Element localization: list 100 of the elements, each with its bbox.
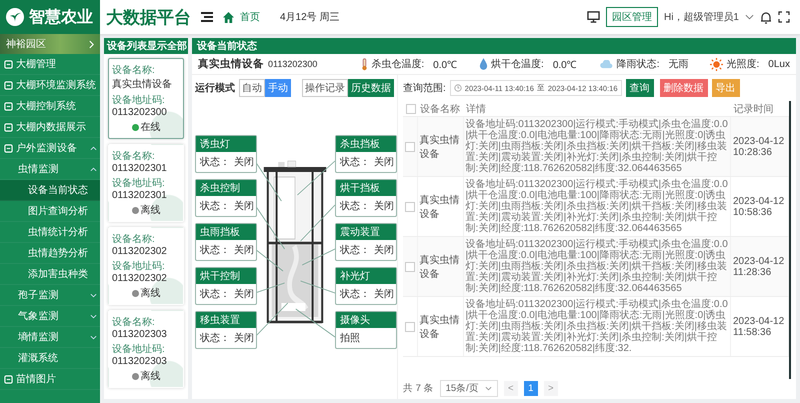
row-checkbox[interactable] bbox=[405, 202, 415, 212]
sidebar-item[interactable]: 户外监测设备 bbox=[0, 138, 100, 159]
state-label: 状态： bbox=[340, 200, 370, 213]
status-text: 离线 bbox=[140, 204, 160, 217]
select-all-checkbox[interactable] bbox=[406, 104, 416, 114]
chevron-down-icon[interactable] bbox=[745, 14, 754, 20]
query-action-button[interactable]: 查询 bbox=[626, 79, 654, 97]
device-address: 0113202302 bbox=[112, 273, 167, 284]
park-management-button[interactable]: 园区管理 bbox=[606, 7, 658, 27]
run-mode-label: 运行模式 bbox=[195, 82, 235, 95]
sidebar-item[interactable]: 大棚控制系统 bbox=[0, 96, 100, 117]
sidebar-item[interactable]: 设备当前状态 bbox=[0, 180, 100, 201]
page-size-select[interactable]: 15条/页 bbox=[440, 380, 498, 396]
leaf-logo-icon bbox=[5, 7, 25, 27]
chevron-down-icon bbox=[484, 386, 492, 390]
sidebar-item-label: 大棚内数据展示 bbox=[16, 120, 86, 134]
leader-line bbox=[300, 280, 336, 294]
table-cell: 设备地址码:0113202300|运行模式:手动模式|杀虫仓温度:0.0|烘干仓温度:0.0|电池电量:100|降雨状态:无雨|光照度:0|诱虫灯:关闭|虫雨挡板:关闭|杀虫挡板:关闭|烘干挡板:关闭|移虫装置:关闭|震动装置:关闭|补光灯:关闭|杀虫控制:关闭|烘干控制:关闭|经度:118.762620582|纬度:32.064463565 bbox=[463, 116, 730, 176]
device-card[interactable]: 设备名称: 0113202301 设备地址码: 0113202301 离线 bbox=[108, 144, 184, 222]
state-value: 关闭 bbox=[234, 244, 254, 257]
page-number[interactable]: 1 bbox=[524, 380, 538, 396]
sidebar-item[interactable]: 图片查询分析 bbox=[0, 201, 100, 222]
device-card[interactable]: 设备名称: 0113202303 设备地址码: 0113202303 离线 bbox=[108, 310, 184, 388]
component-title: 移虫装置 bbox=[196, 312, 256, 328]
field-label: 设备地址码: bbox=[112, 342, 165, 356]
component-title: 摄像头 bbox=[336, 312, 396, 328]
reading-value: 0.0℃ bbox=[552, 59, 577, 71]
field-label: 设备地址码: bbox=[112, 260, 165, 273]
monitor-icon[interactable] bbox=[586, 11, 600, 23]
park-banner[interactable]: 神裕园区 bbox=[0, 34, 100, 54]
sidebar-item[interactable]: 孢子监测 bbox=[0, 285, 100, 306]
sun-icon bbox=[710, 58, 724, 70]
sidebar-item-label: 虫情统计分析 bbox=[28, 226, 88, 239]
home-link[interactable]: 首页 bbox=[240, 10, 260, 24]
home-icon[interactable] bbox=[223, 12, 234, 22]
menu-item-icon bbox=[4, 374, 13, 384]
row-checkbox[interactable] bbox=[405, 322, 415, 332]
table-cell: 设备地址码:0113202300|运行模式:手动模式|杀虫仓温度:0.0|烘干仓温度:0.0|电池电量:100|降雨状态:无雨|光照度:0|诱虫灯:关闭|虫雨挡板:关闭|杀虫挡板:关闭|烘干挡板:关闭|移虫装置:关闭|震动装置:关闭|补光灯:关闭|杀虫控制:关闭|烘干控制:关闭|经度:118.762620582|纬度:32. bbox=[463, 296, 730, 356]
fullscreen-icon[interactable] bbox=[778, 11, 790, 23]
clock-icon bbox=[454, 84, 462, 92]
sidebar-item[interactable]: 苗情图片 bbox=[0, 369, 100, 390]
park-name: 神裕园区 bbox=[6, 38, 46, 51]
row-checkbox[interactable] bbox=[405, 262, 415, 272]
platform-title: 大数据平台 bbox=[106, 6, 191, 28]
mode-toggle[interactable]: 自动 bbox=[239, 79, 265, 97]
reading-label: 杀虫仓温度: bbox=[371, 58, 424, 71]
leader-line bbox=[254, 302, 288, 338]
leader-line bbox=[295, 308, 336, 338]
total-count: 共 7 条 bbox=[403, 382, 434, 394]
device-address: 0113202301 bbox=[112, 190, 167, 201]
sidebar-item-label: 苗情图片 bbox=[16, 372, 56, 386]
leader-line bbox=[300, 204, 336, 242]
device-card[interactable]: 设备名称: 0113202302 设备地址码: 0113202302 离线 bbox=[108, 227, 184, 305]
sidebar-item[interactable]: 大棚环境监测系统 bbox=[0, 75, 100, 96]
field-label: 设备名称: bbox=[112, 64, 155, 77]
previous-page-button[interactable]: < bbox=[504, 380, 518, 396]
sidebar-item[interactable]: 气象监测 bbox=[0, 306, 100, 327]
device-code: 0113202300 bbox=[268, 59, 318, 69]
sidebar-item[interactable]: 大棚管理 bbox=[0, 54, 100, 75]
state-label: 状态： bbox=[200, 156, 230, 169]
device-address: 0113202303 bbox=[112, 356, 167, 367]
sidebar-item[interactable]: 墒情监测 bbox=[0, 327, 100, 348]
sidebar-item-label: 图片查询分析 bbox=[28, 204, 88, 218]
field-label: 设备名称: bbox=[112, 150, 155, 163]
component-title: 震动装置 bbox=[336, 224, 396, 240]
cloud-icon bbox=[598, 60, 614, 68]
view-tab[interactable]: 历史数据 bbox=[348, 79, 394, 97]
device-card[interactable]: 设备名称: 真实虫情设备 设备地址码: 0113202300 在线 bbox=[108, 58, 184, 139]
component-title: 杀虫挡板 bbox=[336, 136, 396, 152]
leader-line bbox=[302, 248, 336, 266]
device-address: 0113202300 bbox=[112, 107, 167, 118]
thermometer-icon bbox=[361, 58, 368, 70]
sidebar-item[interactable]: 虫情统计分析 bbox=[0, 222, 100, 243]
field-label: 设备地址码: bbox=[112, 176, 165, 190]
status-text: 在线 bbox=[140, 120, 160, 134]
query-range-label: 查询范围: bbox=[403, 82, 446, 95]
view-tab[interactable]: 操作记录 bbox=[302, 79, 348, 97]
next-page-button[interactable]: > bbox=[544, 380, 558, 396]
sidebar-item[interactable]: 添加害虫种类 bbox=[0, 264, 100, 285]
field-label: 设备地址码: bbox=[112, 94, 165, 107]
row-checkbox[interactable] bbox=[405, 142, 415, 152]
state-value: 关闭 bbox=[374, 288, 394, 301]
bell-icon[interactable] bbox=[760, 10, 772, 24]
sidebar-item[interactable]: 灌溉系统 bbox=[0, 348, 100, 369]
query-action-button[interactable]: 删除数据 bbox=[660, 79, 708, 97]
mode-toggle[interactable]: 手动 bbox=[265, 79, 291, 97]
reading-value: 无雨 bbox=[668, 58, 688, 71]
menu-item-icon bbox=[4, 102, 13, 110]
reading-label: 光照度: bbox=[726, 58, 760, 71]
sidebar-item[interactable]: 大棚内数据展示 bbox=[0, 117, 100, 138]
user-menu[interactable]: Hi，超级管理员1 bbox=[664, 10, 739, 24]
leader-line bbox=[254, 160, 282, 202]
state-label: 状态： bbox=[200, 244, 230, 257]
sidebar-item[interactable]: 虫情趋势分析 bbox=[0, 243, 100, 264]
field-label: 设备名称: bbox=[112, 233, 155, 246]
show-all-link[interactable]: 显示全部 bbox=[147, 39, 187, 53]
panel-title: 设备当前状态 bbox=[197, 40, 257, 53]
status-text: 离线 bbox=[140, 286, 160, 300]
menu-icon[interactable] bbox=[201, 12, 213, 22]
state-value: 关闭 bbox=[374, 156, 394, 169]
